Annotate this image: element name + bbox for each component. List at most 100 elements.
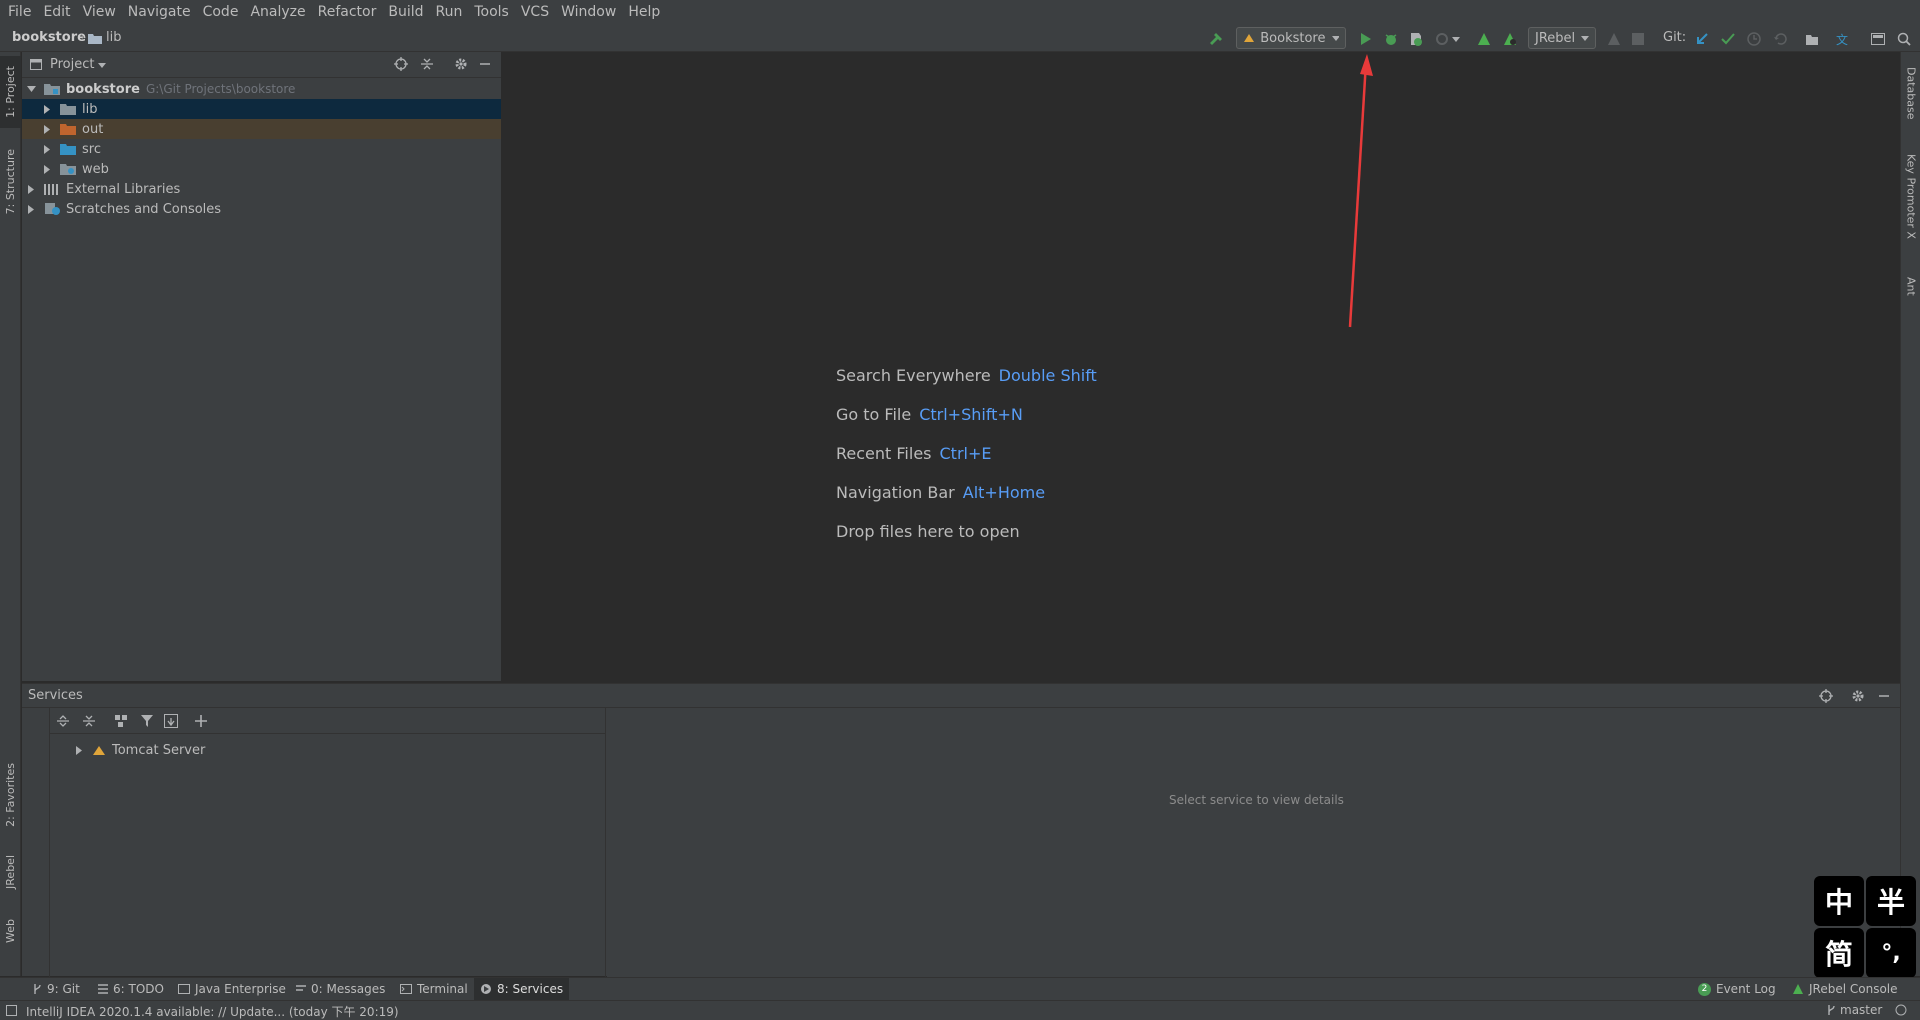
git-branch[interactable]: master [1840,1003,1882,1017]
tab-jrebel-console[interactable]: JRebel Console [1786,978,1904,1000]
jrebel-disabled-icon[interactable] [1604,29,1624,49]
tab-event-log[interactable]: 2 Event Log [1692,978,1782,1000]
hint-label: Drop files here to open [836,522,1020,541]
tree-item-external-libraries[interactable]: External Libraries [22,179,501,199]
tab-key-promoter[interactable]: Key Promoter X [1901,146,1920,246]
jrebel-debug-icon[interactable] [1500,29,1520,49]
git-update-icon[interactable] [1692,29,1712,49]
minimize-icon[interactable] [1877,689,1891,703]
collapsed-arrow-icon[interactable] [26,204,36,214]
history-icon[interactable] [1744,29,1764,49]
collapsed-arrow-icon[interactable] [42,124,52,134]
git-commit-icon[interactable] [1718,29,1738,49]
tab-git[interactable]: 9: Git [26,978,86,1000]
tab-web[interactable]: Web [0,908,21,954]
tree-item-lib[interactable]: lib [22,99,501,119]
breadcrumb-project[interactable]: bookstore [12,25,86,51]
ime-width-toggle[interactable]: 半 [1866,876,1916,926]
project-panel-title[interactable]: Project [50,57,94,72]
gear-icon[interactable] [1851,689,1865,703]
module-folder-icon [44,84,60,95]
expanded-arrow-icon[interactable] [26,84,36,94]
rollback-icon[interactable] [1770,29,1790,49]
tab-favorites-label: 2: Favorites [4,763,17,827]
project-structure-icon[interactable] [1802,29,1822,49]
locate-icon[interactable] [1819,689,1833,703]
jrebel-config-select[interactable]: JRebel [1528,27,1596,49]
menu-window[interactable]: Window [555,0,622,25]
tree-item-out[interactable]: out [22,119,501,139]
collapsed-arrow-icon[interactable] [42,144,52,154]
tab-services[interactable]: 8: Services [474,978,570,1000]
breadcrumb-folder[interactable]: lib [106,25,121,51]
menu-tools[interactable]: Tools [468,0,515,25]
collapsed-arrow-icon[interactable] [42,104,52,114]
profile-dropdown-icon[interactable] [1450,29,1462,49]
tab-terminal[interactable]: Terminal [394,978,474,1000]
memory-indicator-icon[interactable] [1894,1004,1908,1016]
tree-item-src[interactable]: src [22,139,501,159]
jrebel-run-icon[interactable] [1474,29,1494,49]
tab-jrebel[interactable]: JRebel [0,842,21,902]
tab-structure[interactable]: 7: Structure [0,142,21,222]
filter-icon[interactable] [140,714,154,728]
editor-empty-area[interactable] [502,52,1899,681]
tab-java-enterprise[interactable]: Java Enterprise [172,978,292,1000]
ime-script-toggle[interactable]: 简 [1814,928,1864,978]
menu-run[interactable]: Run [430,0,469,25]
add-service-icon[interactable] [194,714,208,728]
menu-help[interactable]: Help [622,0,666,25]
tree-item-scratches[interactable]: Scratches and Consoles [22,199,501,219]
menu-edit[interactable]: Edit [37,0,76,25]
profile-icon[interactable] [1432,29,1452,49]
minimize-icon[interactable] [478,57,492,71]
hint-search-everywhere: Search Everywhere Double Shift [836,366,1097,385]
gear-icon[interactable] [454,57,468,71]
stop-icon[interactable] [1628,29,1648,49]
menu-view[interactable]: View [77,0,122,25]
collapse-all-icon[interactable] [82,714,96,728]
tree-root-bookstore[interactable]: bookstore G:\Git Projects\bookstore [22,79,501,99]
presentation-icon[interactable] [1868,29,1888,49]
menu-navigate[interactable]: Navigate [122,0,197,25]
menu-vcs[interactable]: VCS [515,0,555,25]
collapsed-arrow-icon[interactable] [74,745,84,755]
search-icon[interactable] [1894,29,1914,49]
coverage-icon[interactable] [1406,29,1426,49]
new-tab-icon[interactable] [164,714,178,728]
ime-punct-toggle[interactable]: °, [1866,928,1916,978]
web-folder-icon [60,164,76,175]
collapsed-arrow-icon[interactable] [42,164,52,174]
expand-all-icon[interactable] [56,714,70,728]
run-config-select[interactable]: Bookstore [1236,27,1346,49]
chevron-down-icon[interactable] [98,63,106,68]
hint-recent-files: Recent Files Ctrl+E [836,444,991,463]
run-icon[interactable] [1356,29,1376,49]
menu-analyze[interactable]: Analyze [244,0,311,25]
tab-favorites[interactable]: 2: Favorites [0,752,21,838]
tab-database[interactable]: Database [1901,58,1920,128]
translate-icon[interactable]: 文 [1834,29,1854,49]
menu-file[interactable]: File [2,0,37,25]
tab-project[interactable]: 1: Project [0,56,21,128]
locate-icon[interactable] [394,57,408,71]
tab-todo[interactable]: 6: TODO [92,978,170,1000]
ime-language-toggle[interactable]: 中 [1814,876,1864,926]
tab-messages[interactable]: 0: Messages [290,978,391,1000]
collapsed-arrow-icon[interactable] [26,184,36,194]
debug-icon[interactable] [1381,29,1401,49]
build-hammer-icon[interactable] [1206,29,1226,49]
menu-refactor[interactable]: Refactor [312,0,383,25]
menu-code[interactable]: Code [197,0,245,25]
tab-ant-label: Ant [1904,276,1918,296]
collapse-all-icon[interactable] [420,57,434,71]
services-tree-tomcat[interactable]: Tomcat Server [50,740,606,760]
tab-ant[interactable]: Ant [1901,264,1920,308]
status-message[interactable]: IntelliJ IDEA 2020.1.4 available: // Upd… [26,1003,399,1020]
hint-shortcut: Ctrl+E [939,444,992,463]
menu-build[interactable]: Build [382,0,429,25]
bottom-tool-tabs: 9: Git 6: TODO Java Enterprise 0: Messag… [0,977,1920,1000]
status-panel-icon[interactable] [6,1005,17,1016]
group-by-icon[interactable] [114,714,128,728]
tree-item-web[interactable]: web [22,159,501,179]
